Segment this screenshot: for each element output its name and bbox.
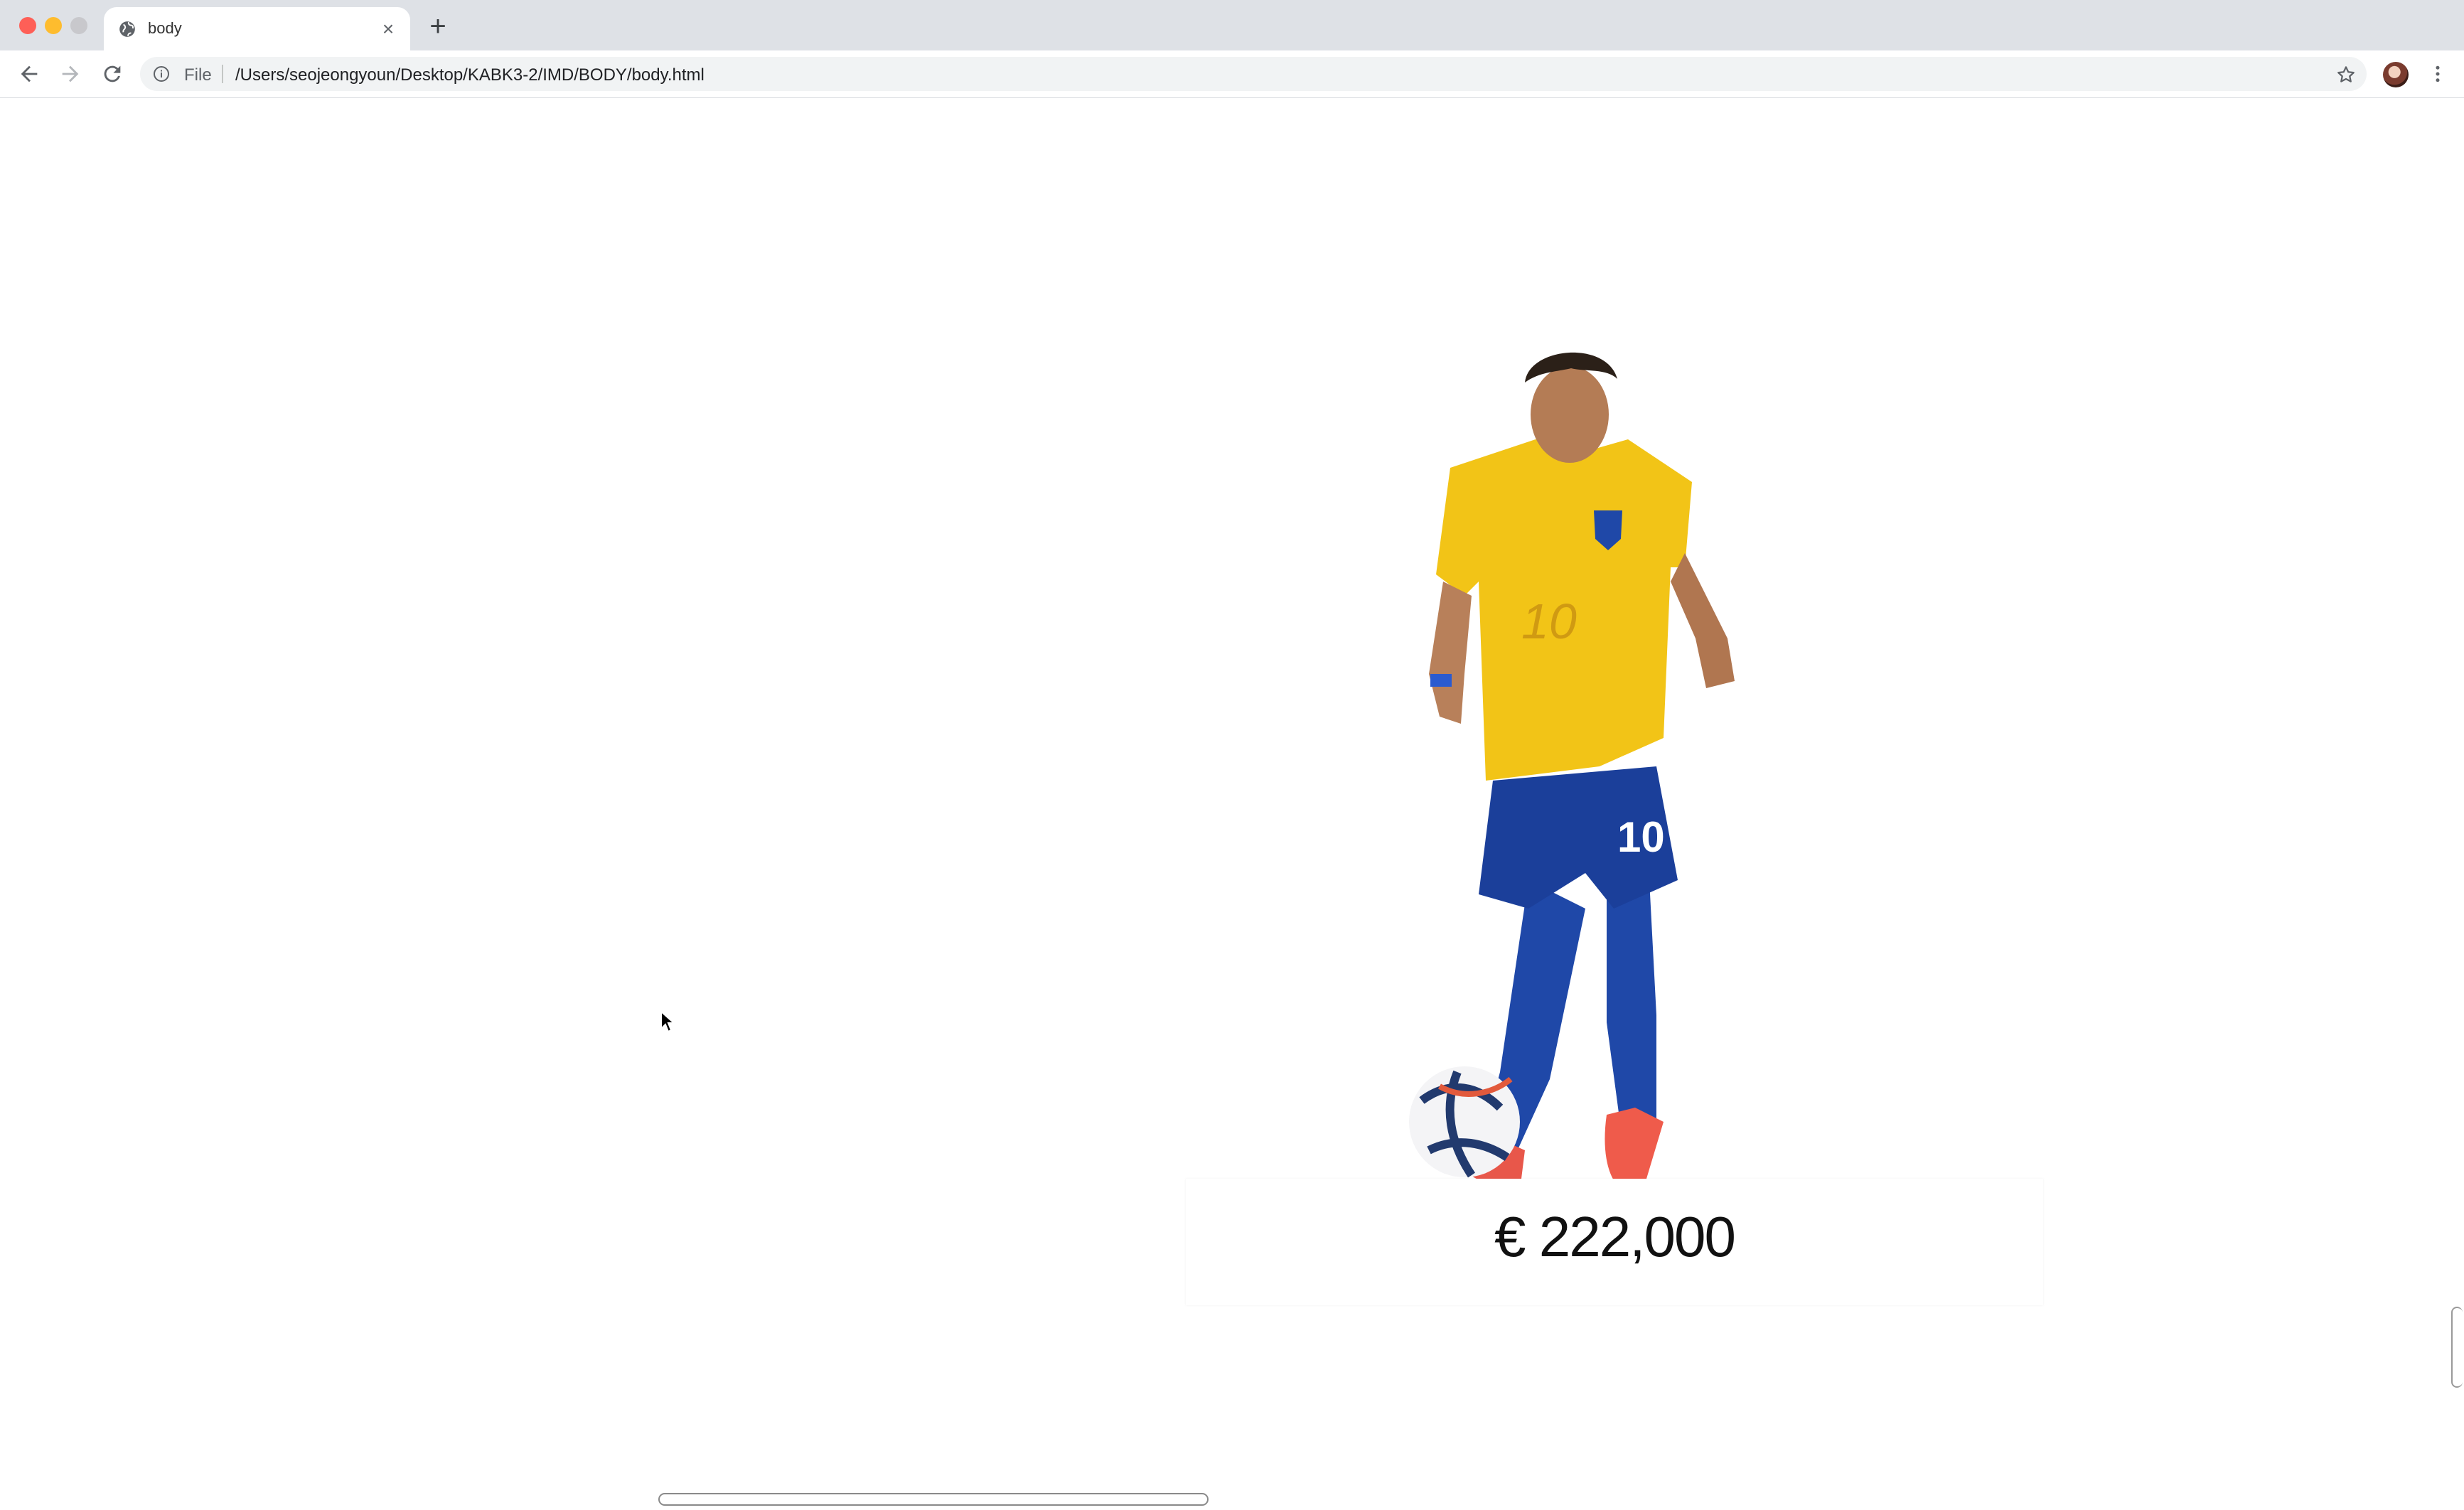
star-icon[interactable]: [2335, 64, 2357, 85]
url-text[interactable]: /Users/seojeongyoun/Desktop/KABK3-2/IMD/…: [235, 65, 705, 85]
plus-icon[interactable]: +: [425, 12, 451, 41]
kebab-menu-icon[interactable]: [2427, 62, 2448, 86]
window-zoom-button[interactable]: [70, 17, 87, 34]
globe-icon: [119, 21, 135, 37]
close-icon[interactable]: ×: [377, 18, 399, 40]
arrow-left-icon[interactable]: [17, 62, 41, 86]
divider: [222, 65, 223, 83]
page-viewport: 10 10 € 222,000: [0, 98, 2464, 1510]
price-box: € 222,000: [1186, 1179, 2043, 1305]
price-text: € 222,000: [1494, 1205, 1736, 1268]
reload-icon[interactable]: [100, 62, 124, 86]
info-icon[interactable]: [153, 65, 170, 82]
profile-avatar[interactable]: [2383, 62, 2409, 87]
window-close-button[interactable]: [19, 17, 36, 34]
arrow-right-icon[interactable]: [58, 62, 82, 86]
jersey-number: 10: [1521, 594, 1577, 649]
player-image: 10 10: [1409, 352, 1735, 1194]
mouse-pointer-icon: [660, 1010, 675, 1033]
tab-title: body: [148, 19, 182, 37]
window-minimize-button[interactable]: [45, 17, 62, 34]
tab-body[interactable]: body ×: [104, 7, 410, 50]
address-bar[interactable]: File /Users/seojeongyoun/Desktop/KABK3-2…: [140, 57, 2367, 91]
shorts-number: 10: [1617, 813, 1665, 861]
toolbar: File /Users/seojeongyoun/Desktop/KABK3-2…: [0, 50, 2464, 98]
scheme-label: File: [184, 65, 212, 85]
vertical-scrollbar[interactable]: [2451, 1307, 2463, 1388]
browser-window: body × + File /Users/seojeongyoun/Deskto…: [0, 0, 2464, 1510]
horizontal-scrollbar[interactable]: [658, 1493, 1209, 1506]
tab-strip: body × +: [0, 0, 2464, 50]
